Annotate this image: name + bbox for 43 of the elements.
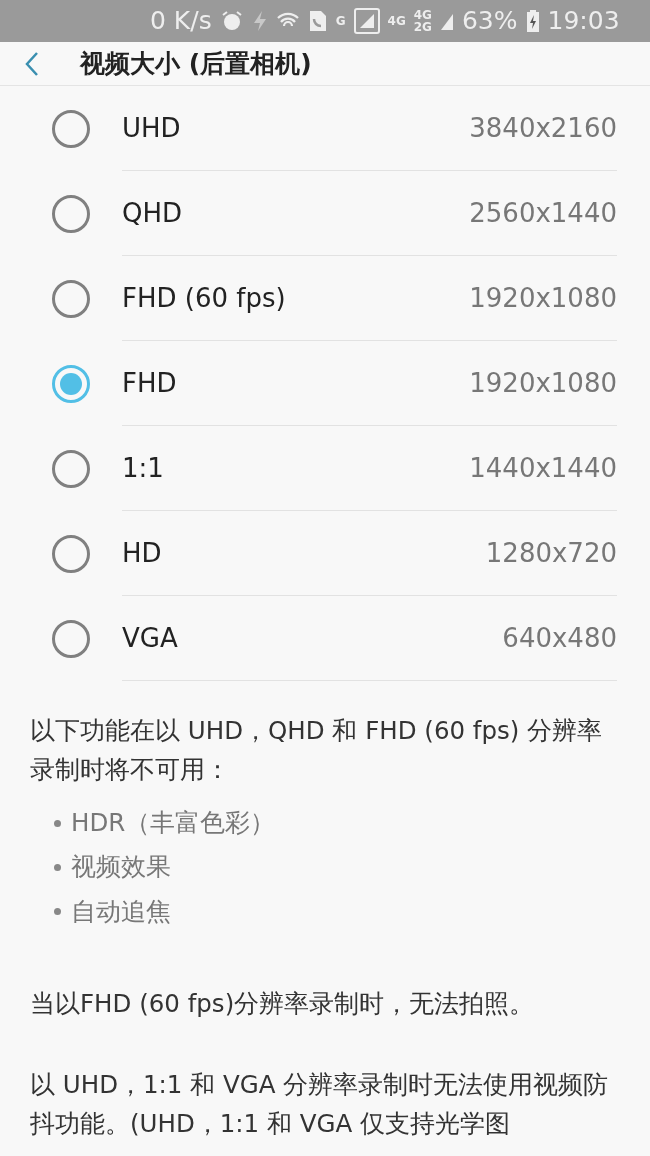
- radio-button[interactable]: [52, 449, 90, 488]
- option-label[interactable]: VGA: [122, 618, 178, 658]
- bullet-text: HDR（丰富色彩）: [71, 807, 276, 840]
- battery-level: 63%: [461, 5, 518, 38]
- option-label[interactable]: UHD: [122, 108, 181, 148]
- option-label[interactable]: FHD: [122, 363, 177, 403]
- radio-button[interactable]: [52, 619, 90, 658]
- battery-charging-icon: [525, 9, 540, 33]
- info-text: 以 UHD，1:1 和 VGA 分辨率录制时无法使用视频防抖功能。(UHD，1:1 和 VGA 仅支持光学图: [30, 1068, 610, 1141]
- resolution-text: 2560x1440: [469, 196, 617, 230]
- radio-button[interactable]: [52, 279, 90, 318]
- screen-title: 视频大小 (后置相机): [80, 47, 312, 80]
- resolution-text: 1440x1440: [469, 451, 617, 485]
- info-text: 以下功能在以 UHD，QHD 和 FHD (60 fps) 分辨率录制时将不可用：: [30, 715, 604, 787]
- signal-icon: [353, 8, 380, 34]
- option-label[interactable]: FHD (60 fps): [122, 278, 286, 318]
- radio-button[interactable]: [52, 364, 90, 403]
- resolution-text: 1280x720: [485, 536, 617, 570]
- resolution-text: 640x480: [502, 621, 617, 655]
- network-type: 4G: [387, 15, 406, 27]
- bullet-icon: [54, 819, 61, 827]
- option-label[interactable]: QHD: [122, 193, 183, 233]
- radio-button[interactable]: [52, 534, 90, 573]
- resolution-text: 1920x1080: [469, 366, 617, 400]
- bullet-icon: [54, 908, 61, 916]
- info-text: 当以FHD (60 fps)分辨率录制时，无法拍照。: [30, 987, 536, 1020]
- back-icon[interactable]: [24, 50, 40, 77]
- bullet-icon: [54, 864, 61, 871]
- network-speed: 0 K/s: [150, 5, 212, 38]
- phone-icon: [307, 9, 328, 33]
- network-type: 4G: [413, 9, 432, 21]
- option-label[interactable]: 1:1: [122, 448, 164, 488]
- option-label[interactable]: HD: [122, 533, 162, 573]
- lightning-icon: [251, 9, 268, 33]
- radio-button[interactable]: [52, 109, 90, 148]
- bullet-text: 自动追焦: [71, 895, 171, 928]
- radio-button[interactable]: [52, 194, 90, 233]
- resolution-text: 3840x2160: [469, 111, 617, 145]
- network-type: G: [335, 15, 346, 27]
- network-type: 2G: [413, 21, 432, 33]
- clock: 19:03: [547, 5, 620, 38]
- bullet-text: 视频效果: [71, 851, 171, 884]
- resolution-text: 1920x1080: [469, 281, 617, 315]
